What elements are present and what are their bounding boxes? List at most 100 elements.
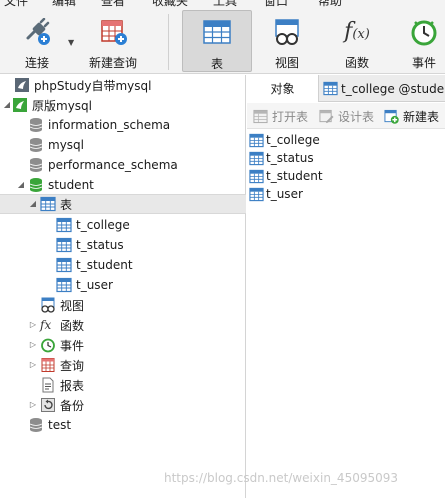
tab-objects[interactable]: 对象 <box>247 75 319 102</box>
object-item-label: t_student <box>266 169 323 183</box>
tree-reports-group[interactable]: 报表 <box>0 375 246 395</box>
tab-t-college[interactable]: t_college @stude <box>323 75 445 102</box>
tree-group-label: 视图 <box>60 298 85 313</box>
tree-db-performance-schema[interactable]: performance_schema <box>0 155 246 175</box>
object-item-t-college[interactable]: t_college <box>249 131 320 149</box>
tree-views-group[interactable]: 视图 <box>0 295 246 315</box>
table-icon <box>249 151 264 165</box>
toolbar-separator <box>168 14 169 70</box>
design-table-label: 设计表 <box>338 109 375 124</box>
tree-functions-group[interactable]: ▷ fx 函数 <box>0 315 246 335</box>
tab-bar: 对象 t_college @stude <box>247 75 445 102</box>
event-button[interactable]: 事件 <box>396 10 445 72</box>
menu-favorites[interactable]: 收藏夹 <box>152 0 188 8</box>
object-toolbar: 打开表 设计表 新建表 <box>247 103 445 129</box>
connect-dropdown-icon[interactable]: ▼ <box>68 38 74 47</box>
menu-edit[interactable]: 编辑 <box>52 0 76 8</box>
object-item-label: t_user <box>266 187 303 201</box>
database-open-icon <box>29 178 43 192</box>
table-icon <box>40 196 56 212</box>
tree-db-label: information_schema <box>48 118 171 132</box>
table-icon <box>249 133 264 147</box>
table-icon <box>249 187 264 201</box>
menu-tools[interactable]: 工具 <box>213 0 237 8</box>
collapsed-arrow-icon[interactable]: ▷ <box>28 320 38 330</box>
new-table-icon <box>384 109 399 124</box>
report-icon <box>42 377 54 393</box>
tab-objects-label: 对象 <box>270 82 295 96</box>
new-table-label: 新建表 <box>403 109 440 124</box>
collapsed-arrow-icon[interactable]: ▷ <box>28 400 38 410</box>
tree-tables-group[interactable]: ◢ 表 <box>0 194 246 214</box>
tree-connection-original[interactable]: ◢ 原版mysql <box>0 95 246 115</box>
tree-connection-label: phpStudy自带mysql <box>34 78 152 93</box>
tree-table-label: t_student <box>76 258 133 272</box>
object-item-t-status[interactable]: t_status <box>249 149 314 167</box>
table-button[interactable]: 表 <box>182 10 252 72</box>
plug-icon <box>26 18 50 45</box>
expanded-arrow-icon[interactable]: ◢ <box>2 100 12 110</box>
table-icon <box>56 217 72 233</box>
view-label: 视图 <box>274 56 299 70</box>
menu-file[interactable]: 文件 <box>4 0 28 8</box>
database-icon <box>29 118 43 132</box>
object-item-t-student[interactable]: t_student <box>249 167 323 185</box>
tree-table-t-status[interactable]: t_status <box>0 235 246 255</box>
mysql-connection-active-icon <box>13 98 27 112</box>
tree-db-test[interactable]: test <box>0 415 246 435</box>
tab-t-college-label: t_college @stude <box>341 81 445 96</box>
tree-db-information-schema[interactable]: information_schema <box>0 115 246 135</box>
tree-table-t-college[interactable]: t_college <box>0 215 246 235</box>
tree-events-group[interactable]: ▷ 事件 <box>0 335 246 355</box>
tree-table-label: t_status <box>76 238 124 252</box>
tree-tables-group-label: 表 <box>60 197 73 212</box>
table-icon <box>323 81 338 96</box>
menu-bar: 文件 编辑 查看 收藏夹 工具 窗口 帮助 <box>0 0 445 8</box>
expanded-arrow-icon[interactable]: ◢ <box>28 199 38 209</box>
tree-group-label: 报表 <box>60 378 85 393</box>
function-icon: fx <box>40 318 52 332</box>
tree-db-label: student <box>48 178 94 192</box>
database-icon <box>29 138 43 152</box>
connect-button[interactable]: 连接 <box>8 10 66 72</box>
tree-group-label: 备份 <box>60 398 85 413</box>
view-icon <box>41 297 55 313</box>
tree-table-t-user[interactable]: t_user <box>0 275 246 295</box>
event-label: 事件 <box>411 56 436 70</box>
view-button[interactable]: 视图 <box>256 10 318 72</box>
open-table-button[interactable]: 打开表 <box>253 107 308 125</box>
function-button[interactable]: f(x) 函数 <box>326 10 388 72</box>
tree-db-label: performance_schema <box>48 158 178 172</box>
tree-group-label: 事件 <box>60 338 85 353</box>
tree-table-t-student[interactable]: t_student <box>0 255 246 275</box>
tree-queries-group[interactable]: ▷ 查询 <box>0 355 246 375</box>
collapsed-arrow-icon[interactable]: ▷ <box>28 360 38 370</box>
tree-table-label: t_user <box>76 278 113 292</box>
tree-db-student[interactable]: ◢ student <box>0 175 246 195</box>
navigation-tree: phpStudy自带mysql ◢ 原版mysql information_sc… <box>0 75 246 498</box>
query-icon <box>41 358 55 372</box>
open-table-icon <box>253 109 268 123</box>
new-query-icon <box>101 20 127 45</box>
new-table-button[interactable]: 新建表 <box>384 107 439 125</box>
table-icon <box>56 257 72 273</box>
table-icon <box>249 169 264 183</box>
main-toolbar: 连接 ▼ 新建查询 表 视图 f(x) 函数 事件 <box>0 8 445 74</box>
function-icon: f(x) <box>344 19 370 44</box>
tree-backups-group[interactable]: ▷ 备份 <box>0 395 246 415</box>
tree-db-label: test <box>48 418 72 432</box>
menu-help[interactable]: 帮助 <box>318 0 342 8</box>
tree-db-label: mysql <box>48 138 84 152</box>
menu-window[interactable]: 窗口 <box>264 0 288 8</box>
object-item-t-user[interactable]: t_user <box>249 185 303 203</box>
tree-db-mysql[interactable]: mysql <box>0 135 246 155</box>
new-query-button[interactable]: 新建查询 <box>82 10 144 72</box>
clock-icon <box>411 20 437 46</box>
menu-view[interactable]: 查看 <box>101 0 125 8</box>
expanded-arrow-icon[interactable]: ◢ <box>16 180 26 190</box>
collapsed-arrow-icon[interactable]: ▷ <box>28 340 38 350</box>
open-table-label: 打开表 <box>272 109 309 124</box>
tree-connection-phpstudy[interactable]: phpStudy自带mysql <box>0 75 246 95</box>
object-item-label: t_status <box>266 151 314 165</box>
design-table-button[interactable]: 设计表 <box>319 107 374 125</box>
